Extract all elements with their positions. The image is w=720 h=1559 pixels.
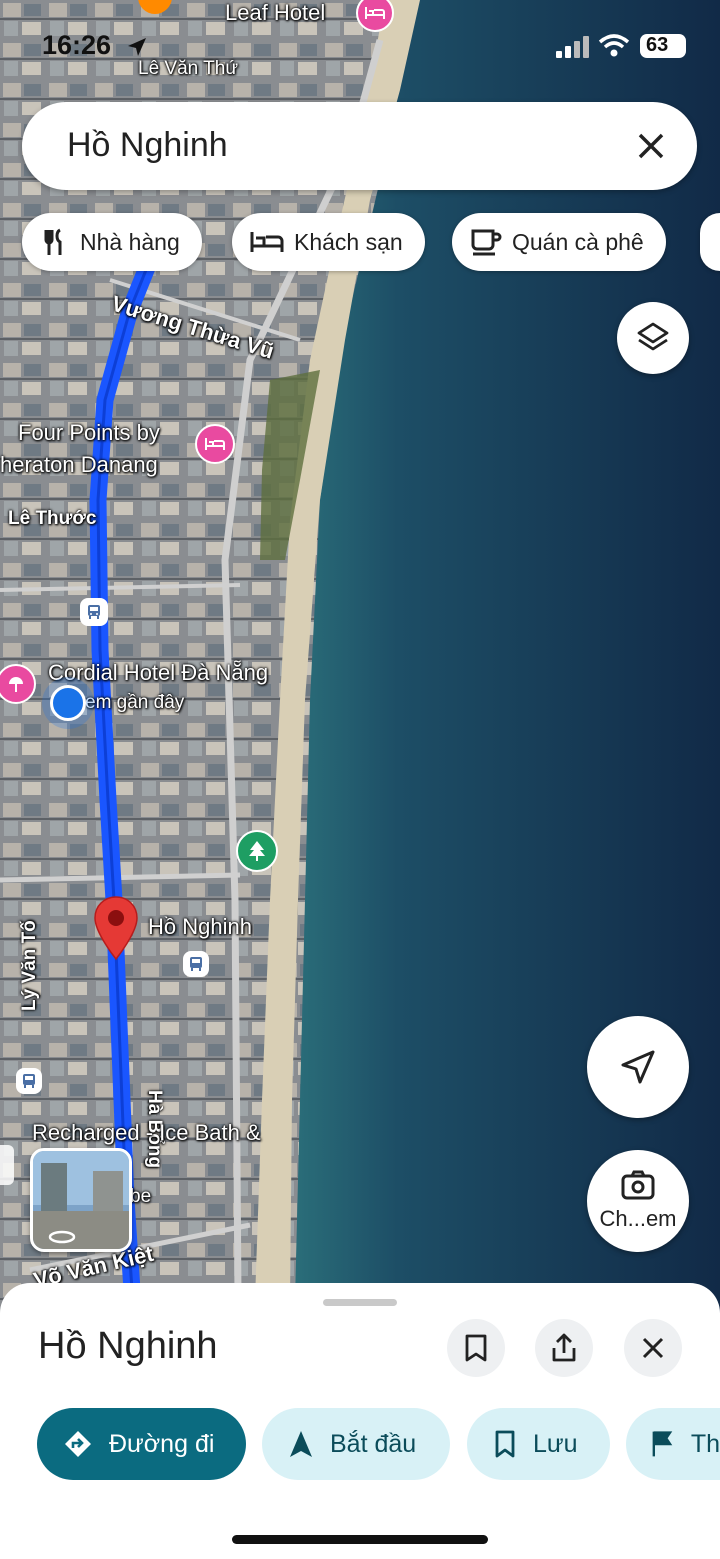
restaurant-icon (44, 228, 62, 255)
chip-coffee-label: Quán cà phê (512, 228, 644, 255)
bus-stop-icon[interactable] (183, 951, 209, 977)
map-label-four-points-1[interactable]: Four Points by (18, 420, 160, 446)
camera-lens-icon (621, 1170, 655, 1200)
wifi-icon (598, 34, 630, 57)
map-label-ho-nghinh: Hồ Nghinh (148, 914, 252, 939)
cellular-signal-icon (556, 36, 589, 58)
chip-hotel-label: Khách sạn (294, 228, 403, 255)
map-label-be: be (130, 1186, 152, 1207)
map-label-four-points-2[interactable]: heraton Danang (0, 452, 158, 478)
close-icon[interactable] (629, 124, 673, 168)
close-sheet-button[interactable] (624, 1319, 682, 1377)
chip-restaurant[interactable]: Nhà hàng (22, 213, 202, 271)
park-tree-pin-icon[interactable] (236, 830, 278, 872)
flag-icon (652, 1431, 673, 1457)
search-query[interactable]: Hồ Nghinh (67, 126, 228, 165)
save-bookmark-button[interactable] (447, 1319, 505, 1377)
rotate-360-icon (48, 1230, 76, 1244)
chip-hotel[interactable]: Khách sạn (232, 213, 425, 271)
battery-level: 63 (646, 34, 669, 56)
bus-stop-icon[interactable] (16, 1068, 42, 1094)
location-arrow-icon (128, 38, 146, 56)
directions-button[interactable]: Đường đi (37, 1408, 246, 1480)
directions-icon (65, 1431, 91, 1457)
chip-coffee[interactable]: Quán cà phê (452, 213, 666, 271)
side-tab[interactable] (0, 1145, 14, 1185)
battery-icon: 63 (640, 34, 686, 58)
map-label-nearby: em gần đây (85, 692, 185, 713)
save-label: Lưu (533, 1429, 578, 1458)
bookmark-icon (495, 1430, 515, 1458)
map-label-le-thuoc: Lê Thước (8, 508, 97, 529)
bus-stop-icon[interactable] (80, 598, 108, 626)
start-button[interactable]: Bắt đầu (262, 1408, 450, 1480)
place-title: Hồ Nghinh (38, 1325, 218, 1367)
more-action-button[interactable]: Th (626, 1408, 720, 1480)
close-icon (642, 1337, 664, 1359)
street-view-thumbnail[interactable] (30, 1148, 132, 1252)
home-indicator (232, 1535, 488, 1544)
hotel-pin-icon[interactable] (195, 424, 235, 464)
save-button[interactable]: Lưu (467, 1408, 610, 1480)
status-bar: 16:26 63 (0, 0, 720, 92)
my-location-button[interactable] (587, 1016, 689, 1118)
navigation-arrow-icon (290, 1431, 312, 1457)
share-button[interactable] (535, 1319, 593, 1377)
status-time: 16:26 (42, 30, 112, 60)
chip-more[interactable] (700, 213, 720, 271)
chip-restaurant-label: Nhà hàng (80, 228, 180, 255)
current-location-dot (50, 685, 86, 721)
directions-label: Đường đi (109, 1429, 215, 1458)
more-action-label: Th (690, 1429, 720, 1458)
coffee-icon (471, 229, 502, 256)
selected-place-pin-icon[interactable] (92, 895, 140, 961)
map-label-ly-van-to: Lý Văn Tố (19, 920, 40, 1011)
start-label: Bắt đầu (330, 1429, 417, 1458)
share-icon (552, 1333, 576, 1362)
hotel-icon (250, 232, 284, 252)
lens-button[interactable]: Ch...em (587, 1150, 689, 1252)
sheet-drag-handle[interactable] (323, 1299, 397, 1306)
map-label-cordial-hotel[interactable]: Cordial Hotel Đà Nẵng (48, 660, 268, 686)
lens-label: Ch...em (599, 1206, 677, 1231)
map-label-recharged[interactable]: Recharged - Ice Bath & (32, 1120, 261, 1146)
search-bar[interactable]: Hồ Nghinh (22, 102, 697, 190)
navigation-arrow-icon (621, 1050, 655, 1084)
layers-button[interactable] (617, 302, 689, 374)
place-bottom-sheet[interactable]: Hồ Nghinh Đường đi Bắt đầu Lưu Th (0, 1283, 720, 1559)
bookmark-icon (465, 1334, 487, 1362)
layers-icon (637, 322, 669, 351)
